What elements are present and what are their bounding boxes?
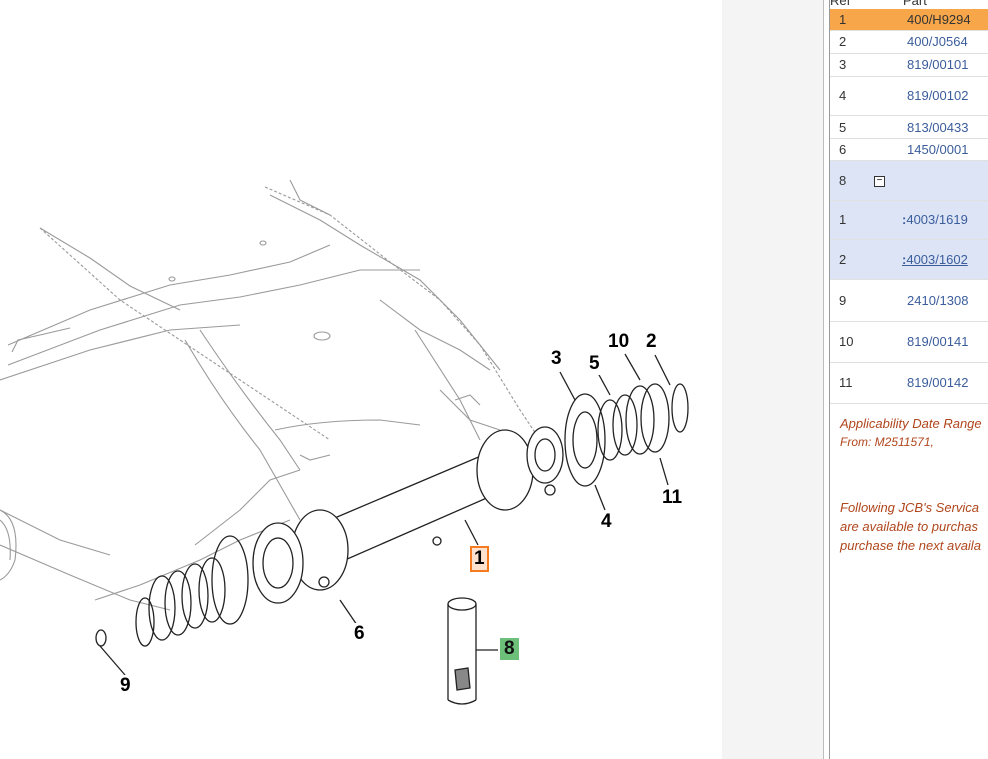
row-part-no-text: 4003/1602 <box>906 252 968 267</box>
header-ref: Ref <box>830 0 851 8</box>
row-ref: 1 <box>839 212 847 227</box>
service-note-line-1: Following JCB's Servica <box>840 500 980 515</box>
callout-3[interactable]: 3 <box>549 348 564 370</box>
parts-row[interactable]: 6 1450/0001 <box>830 139 988 161</box>
parts-row-kit-child[interactable]: 1 :4003/1619 <box>830 201 988 240</box>
parts-row[interactable]: 10 819/00141 <box>830 322 988 363</box>
row-part-no[interactable]: :4003/1619 <box>902 201 968 239</box>
row-ref: 8 <box>839 173 847 188</box>
row-part-no[interactable]: 819/00102 <box>907 77 968 115</box>
row-ref: 3 <box>839 57 847 72</box>
parts-diagram[interactable]: 1 2 3 4 5 6 8 9 10 11 <box>0 0 722 759</box>
callout-4[interactable]: 4 <box>599 511 614 533</box>
callout-1[interactable]: 1 <box>470 546 489 572</box>
parts-row[interactable]: 3 819/00101 <box>830 54 988 77</box>
callout-10[interactable]: 10 <box>606 331 632 353</box>
row-part-no-text: 4003/1619 <box>906 212 968 227</box>
row-part-no[interactable]: 1450/0001 <box>907 139 968 160</box>
splitter-gutter[interactable] <box>722 0 823 759</box>
row-ref: 1 <box>839 12 847 27</box>
row-ref: 5 <box>839 120 847 135</box>
callout-11[interactable]: 11 <box>660 487 685 509</box>
row-ref: 10 <box>839 334 854 349</box>
row-ref: 2 <box>839 34 847 49</box>
callout-6[interactable]: 6 <box>352 623 367 645</box>
service-note-line-3: purchase the next availa <box>840 538 981 553</box>
row-part-no[interactable]: 819/00141 <box>907 322 968 362</box>
applicability-from: From: M2511571, <box>840 435 934 449</box>
row-part-no[interactable]: 2410/1308 <box>907 281 968 321</box>
row-ref: 4 <box>839 88 847 103</box>
parts-row-kit-child[interactable]: 2 :4003/1602 <box>830 240 988 280</box>
parts-row[interactable]: 4 819/00102 <box>830 77 988 116</box>
parts-row-kit[interactable]: 8 − <box>830 161 988 201</box>
row-part-no[interactable]: 400/J0564 <box>907 31 968 53</box>
row-ref: 6 <box>839 142 847 157</box>
row-part-no[interactable]: 400/H9294 <box>907 9 971 30</box>
parts-row[interactable]: 5 813/00433 <box>830 117 988 139</box>
row-ref: 11 <box>839 375 853 390</box>
callout-8[interactable]: 8 <box>500 638 519 660</box>
parts-row[interactable]: 11 819/00142 <box>830 363 988 404</box>
row-part-no[interactable]: 819/00142 <box>907 363 968 403</box>
row-part-no-link[interactable]: :4003/1602 <box>902 240 968 279</box>
parts-list-panel: Ref Part No 1 400/H9294 2 400/J0564 3 81… <box>823 0 988 759</box>
applicability-title: Applicability Date Range <box>840 416 982 431</box>
callout-9[interactable]: 9 <box>118 675 133 697</box>
service-note-line-2: are available to purchas <box>840 519 979 534</box>
parts-row[interactable]: 2 400/J0564 <box>830 31 988 54</box>
row-ref: 2 <box>839 252 847 267</box>
parts-row[interactable]: 9 2410/1308 <box>830 281 988 322</box>
callout-5[interactable]: 5 <box>587 353 602 375</box>
row-part-no[interactable]: 813/00433 <box>907 117 968 138</box>
row-part-no[interactable]: 819/00101 <box>907 54 968 76</box>
exploded-view-drawing <box>0 179 689 705</box>
callout-2[interactable]: 2 <box>644 331 659 353</box>
parts-row[interactable]: 1 400/H9294 <box>830 9 988 31</box>
row-ref: 9 <box>839 293 847 308</box>
collapse-icon[interactable]: − <box>874 176 885 187</box>
